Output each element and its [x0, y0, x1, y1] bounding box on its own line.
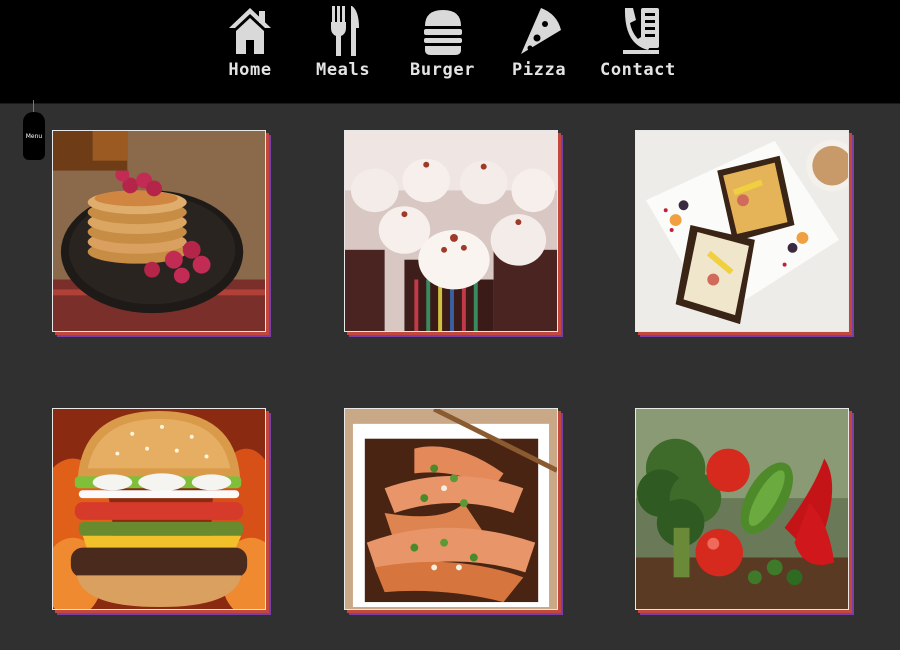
menu-tab-string: [33, 100, 34, 112]
gallery-tile-salmon[interactable]: [344, 408, 558, 610]
salmon-image: [344, 408, 558, 610]
pizza-slice-icon: [521, 8, 562, 54]
pancakes-image: [52, 130, 266, 332]
burger-image: [52, 408, 266, 610]
home-icon: [229, 8, 271, 54]
gallery-tile-sandwiches[interactable]: [635, 130, 849, 332]
gallery-tile-burger[interactable]: [52, 408, 266, 610]
nav-item-contact-label: Contact: [600, 60, 676, 80]
nav-item-pizza[interactable]: Pizza: [512, 4, 566, 80]
gallery-tile-pancakes[interactable]: [52, 130, 266, 332]
gallery-tile-vegetables[interactable]: [635, 408, 849, 610]
vegetables-image: [635, 408, 849, 610]
top-navigation-bar: Home Meals Burger Pizza Contact: [0, 0, 900, 104]
nav-item-pizza-label: Pizza: [512, 60, 567, 80]
nav-item-home[interactable]: Home: [227, 4, 273, 80]
nav-item-meals[interactable]: Meals: [316, 4, 370, 80]
nav-item-meals-label: Meals: [316, 60, 371, 80]
nav-item-contact[interactable]: Contact: [600, 4, 676, 80]
menu-tab[interactable]: Menu: [23, 112, 45, 160]
menu-tab-label: Menu: [25, 133, 43, 140]
burger-icon: [423, 10, 462, 55]
nav-item-burger-label: Burger: [410, 60, 476, 80]
phone-contact-icon: [622, 8, 659, 54]
cupcakes-image: [344, 130, 558, 332]
fork-knife-icon: [331, 6, 360, 56]
nav-item-burger[interactable]: Burger: [410, 4, 475, 80]
sandwiches-image: [635, 130, 849, 332]
nav-item-home-label: Home: [228, 60, 272, 80]
gallery-tile-cupcakes[interactable]: [344, 130, 558, 332]
